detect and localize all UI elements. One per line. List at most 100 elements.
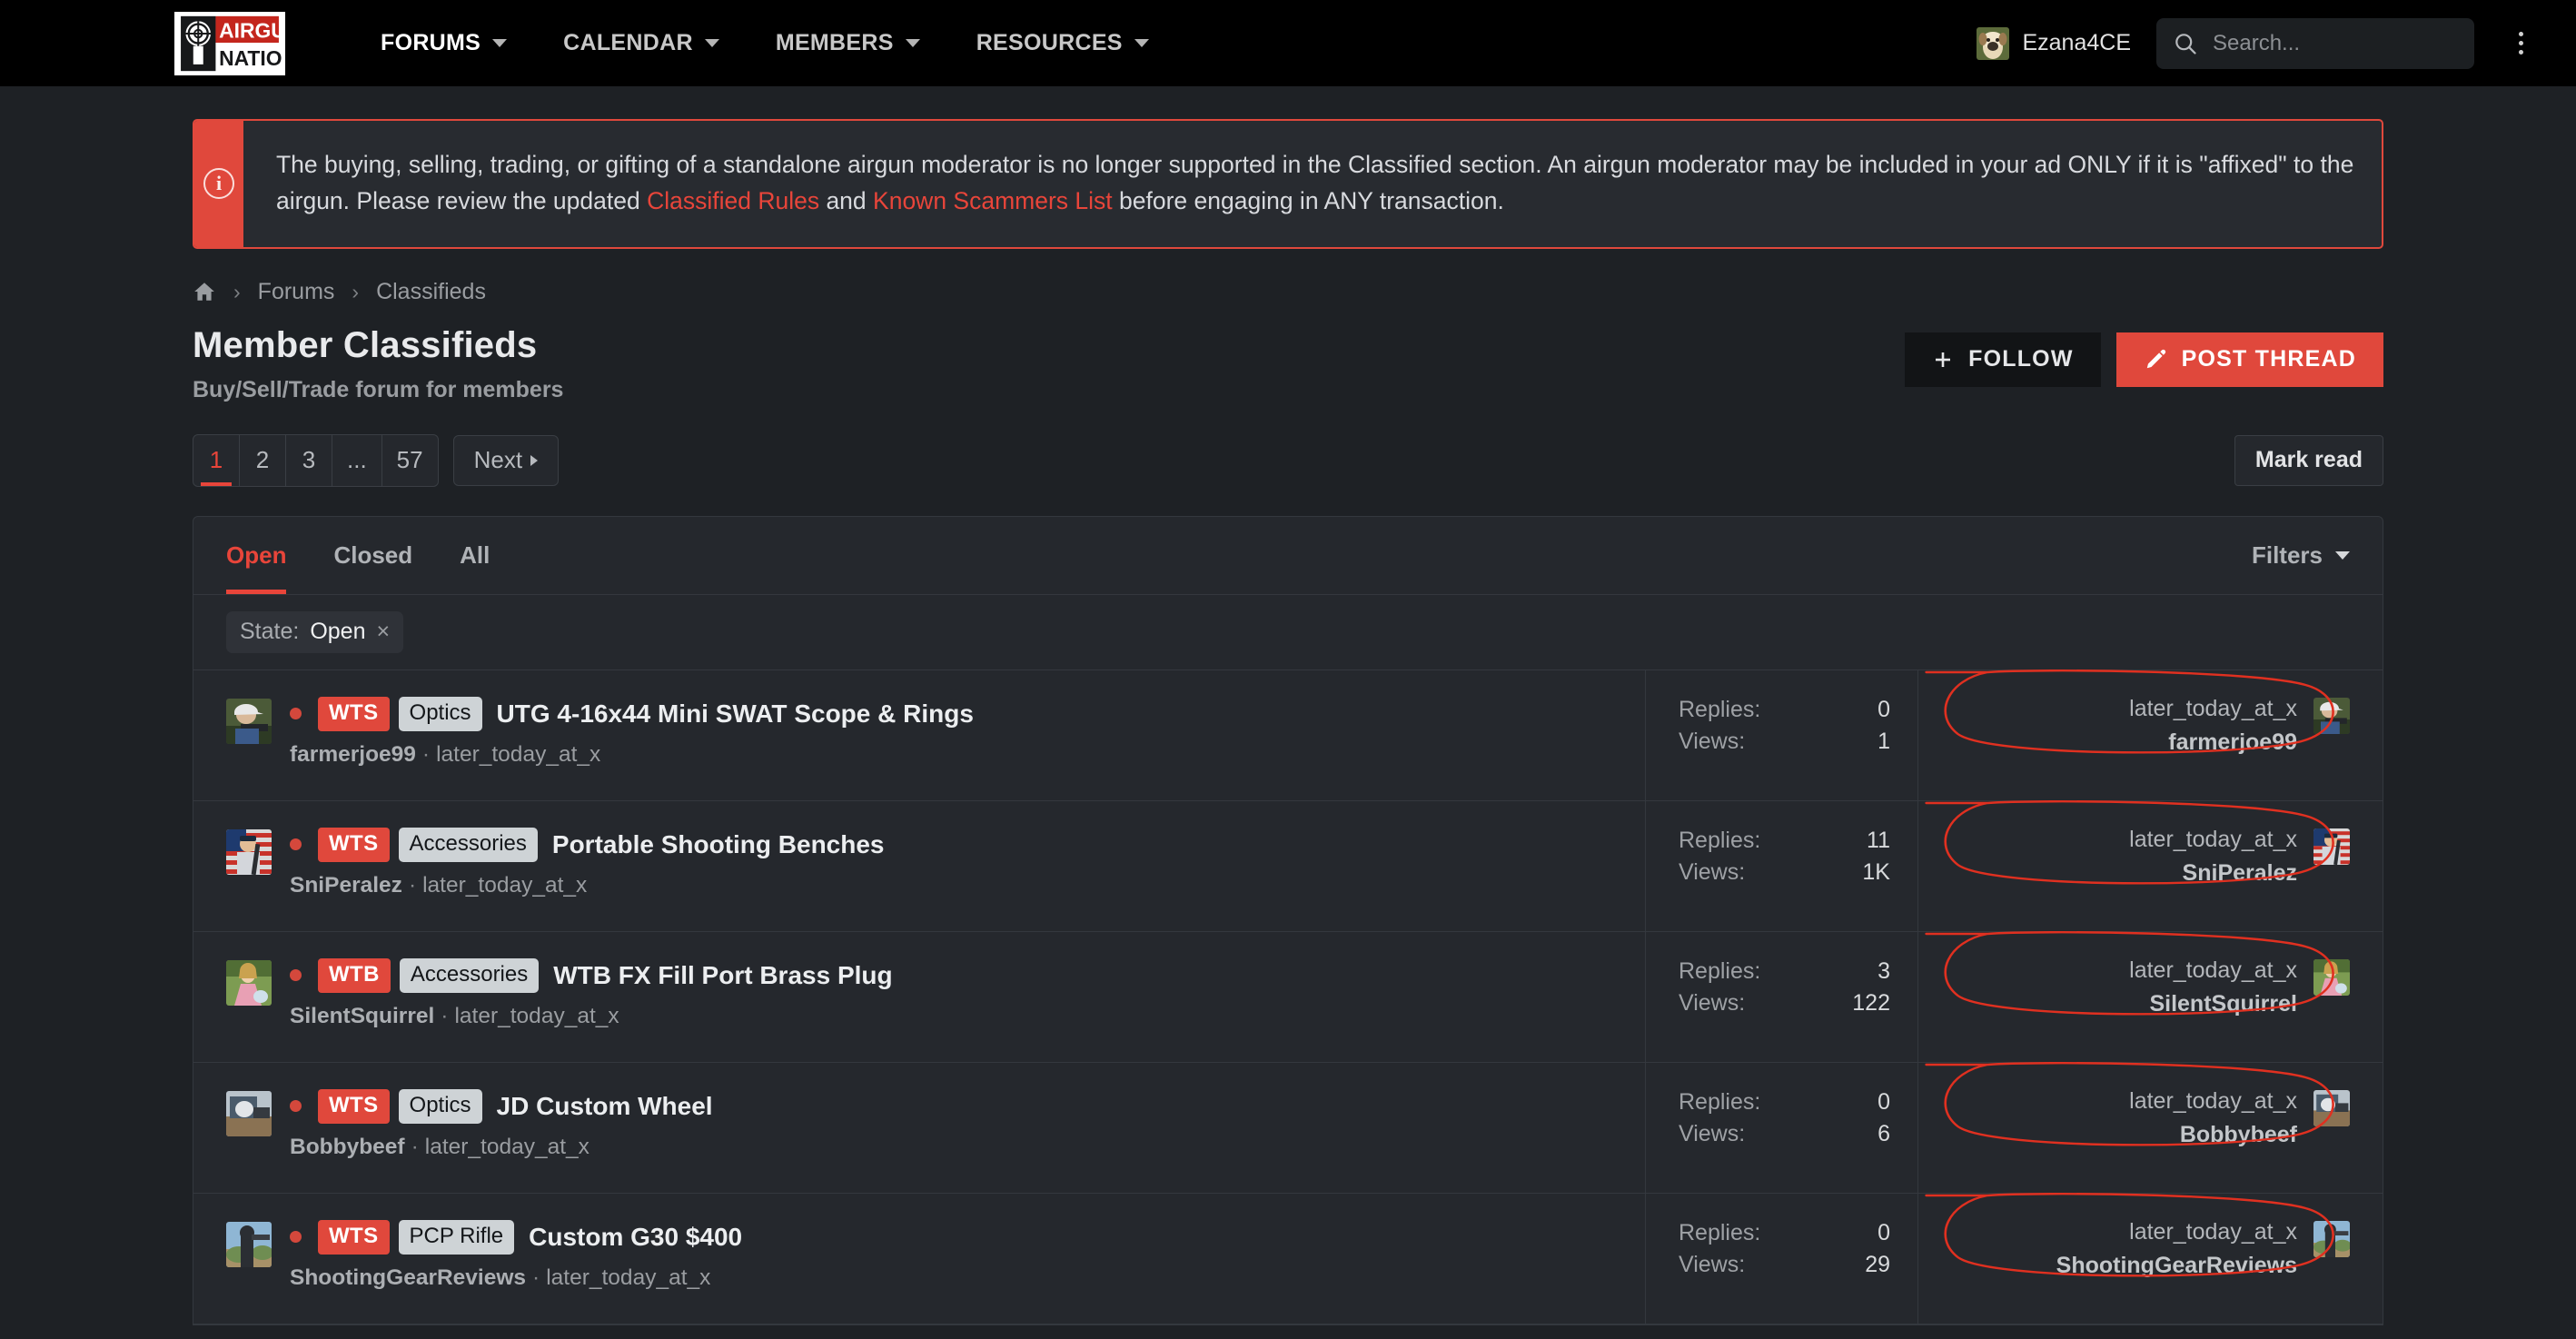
thread-row[interactable]: WTS Accessories Portable Shooting Benche…	[193, 799, 2383, 932]
thread-last-post: later_today_at_x SilentSquirrel	[1917, 930, 2383, 1062]
last-post-date[interactable]: later_today_at_x	[2129, 957, 2297, 984]
thread-date[interactable]: later_today_at_x	[546, 1265, 710, 1290]
thread-stats: Replies: 3 Views: 122	[1645, 931, 1917, 1062]
breadcrumb: › Forums › Classifieds	[193, 279, 2383, 305]
close-icon[interactable]: ×	[377, 619, 391, 645]
views-value: 122	[1852, 989, 1890, 1016]
page-ellipsis[interactable]: ...	[332, 434, 382, 486]
thread-title-link[interactable]: JD Custom Wheel	[497, 1092, 713, 1121]
thread-row[interactable]: WTS PCP Rifle Custom G30 $400 ShootingGe…	[193, 1192, 2383, 1324]
thread-stats: Replies: 0 Views: 1	[1645, 670, 1917, 800]
known-scammers-link[interactable]: Known Scammers List	[873, 187, 1113, 214]
chevron-down-icon	[2335, 550, 2350, 560]
thread-row[interactable]: WTS Optics UTG 4-16x44 Mini SWAT Scope &…	[193, 669, 2383, 801]
breadcrumb-separator: ›	[352, 279, 360, 303]
unread-indicator-icon	[290, 708, 302, 720]
tab-closed[interactable]: Closed	[333, 541, 412, 593]
thread-author-link[interactable]: ShootingGearReviews	[290, 1265, 526, 1290]
site-logo[interactable]: AIRGUN NATION	[174, 11, 285, 75]
replies-stat: Replies: 3	[1679, 958, 1890, 985]
thread-author-avatar[interactable]	[226, 828, 272, 875]
breadcrumb-item-forums[interactable]: Forums	[258, 279, 335, 305]
thread-title-link[interactable]: Custom G30 $400	[529, 1223, 742, 1252]
tab-all[interactable]: All	[460, 541, 490, 593]
last-post-author[interactable]: Bobbybeef	[2129, 1122, 2297, 1148]
thread-author-link[interactable]: Bobbybeef	[290, 1135, 405, 1159]
mark-read-button[interactable]: Mark read	[2234, 434, 2383, 486]
thread-date[interactable]: later_today_at_x	[422, 873, 587, 898]
thread-row[interactable]: WTS Optics JD Custom Wheel Bobbybeef · lat…	[193, 1061, 2383, 1194]
thread-category-badge[interactable]: Optics	[398, 696, 482, 731]
last-post-avatar[interactable]	[2313, 697, 2350, 734]
post-thread-button[interactable]: POST THREAD	[2115, 332, 2383, 387]
thread-date[interactable]: later_today_at_x	[436, 742, 600, 767]
page-button-1[interactable]: 1	[193, 434, 240, 486]
last-post-date[interactable]: later_today_at_x	[2056, 1219, 2297, 1245]
thread-title-line: WTB Accessories WTB FX Fill Port Brass P…	[290, 957, 893, 993]
last-post-date[interactable]: later_today_at_x	[2129, 827, 2297, 853]
page-button-57[interactable]: 57	[382, 435, 438, 486]
thread-last-post: later_today_at_x ShootingGearReviews	[1917, 1192, 2383, 1324]
last-post-avatar[interactable]	[2313, 958, 2350, 996]
filters-dropdown[interactable]: Filters	[2252, 541, 2350, 570]
thread-category-badge[interactable]: Accessories	[398, 827, 538, 862]
last-post-author[interactable]: SniPeralez	[2129, 860, 2297, 887]
nav-item-forums[interactable]: FORUMS	[352, 30, 535, 56]
breadcrumb-item-classifieds[interactable]: Classifieds	[376, 279, 486, 305]
thread-row[interactable]: WTB Accessories WTB FX Fill Port Brass P…	[193, 930, 2383, 1063]
replies-label: Replies:	[1679, 696, 1761, 722]
search-input[interactable]: Search...	[2156, 17, 2474, 69]
thread-main: WTB Accessories WTB FX Fill Port Brass P…	[193, 932, 1645, 1062]
thread-category-badge[interactable]: Optics	[398, 1088, 482, 1124]
last-post-date[interactable]: later_today_at_x	[2129, 1088, 2297, 1115]
page-button-3[interactable]: 3	[286, 434, 332, 486]
thread-category-badge[interactable]: PCP Rifle	[398, 1219, 515, 1255]
thread-author-avatar[interactable]	[226, 959, 272, 1006]
breadcrumb-home[interactable]	[193, 280, 216, 303]
nav-item-calendar[interactable]: CALENDAR	[535, 30, 748, 56]
thread-title-link[interactable]: UTG 4-16x44 Mini SWAT Scope & Rings	[497, 699, 974, 729]
filter-chip-state[interactable]: State: Open ×	[226, 610, 404, 653]
follow-button-label: FOLLOW	[1968, 346, 2074, 372]
thread-title-link[interactable]: WTB FX Fill Port Brass Plug	[553, 961, 892, 990]
thread-type-badge: WTB	[318, 957, 391, 993]
last-post-avatar[interactable]	[2313, 1220, 2350, 1257]
thread-author-avatar[interactable]	[226, 698, 272, 744]
nav-item-members[interactable]: MEMBERS	[748, 30, 948, 56]
thread-author-link[interactable]: SniPeralez	[290, 873, 402, 898]
thread-date[interactable]: later_today_at_x	[454, 1004, 619, 1028]
last-post-author[interactable]: ShootingGearReviews	[2056, 1253, 2297, 1279]
thread-author-link[interactable]: SilentSquirrel	[290, 1004, 434, 1028]
meta-separator: ·	[421, 741, 431, 767]
follow-button[interactable]: FOLLOW	[1905, 332, 2101, 387]
last-post-avatar[interactable]	[2313, 1089, 2350, 1126]
last-post-author[interactable]: farmerjoe99	[2129, 729, 2297, 756]
more-options-icon[interactable]	[2507, 25, 2534, 62]
next-page-button[interactable]: Next	[452, 434, 560, 486]
page-button-2[interactable]: 2	[240, 434, 286, 486]
thread-author-link[interactable]: farmerjoe99	[290, 742, 416, 767]
replies-value: 0	[1878, 1088, 1890, 1115]
thread-type-badge: WTS	[318, 827, 390, 862]
thread-category-badge[interactable]: Accessories	[399, 957, 540, 993]
dot	[2518, 50, 2523, 55]
last-post-avatar[interactable]	[2313, 828, 2350, 865]
thread-title-line: WTS Accessories Portable Shooting Benche…	[290, 827, 885, 862]
thread-date[interactable]: later_today_at_x	[425, 1135, 590, 1159]
thread-type-badge: WTS	[318, 1219, 390, 1255]
thread-filter-tabs: Open Closed All Filters	[193, 517, 2383, 595]
account-menu[interactable]: Ezana4CE	[1977, 26, 2131, 60]
thread-title-link[interactable]: Portable Shooting Benches	[552, 830, 885, 859]
thread-list-panel: Open Closed All Filters State: Open × WT…	[193, 515, 2383, 1325]
views-stat: Views: 1	[1679, 729, 1890, 755]
last-post-date[interactable]: later_today_at_x	[2129, 696, 2297, 722]
classified-rules-link[interactable]: Classified Rules	[647, 187, 819, 214]
tab-open[interactable]: Open	[226, 541, 287, 594]
thread-author-avatar[interactable]	[226, 1221, 272, 1267]
last-post-author[interactable]: SilentSquirrel	[2129, 991, 2297, 1017]
thread-author-avatar[interactable]	[226, 1090, 272, 1136]
nav-item-resources[interactable]: RESOURCES	[948, 30, 1177, 56]
info-icon: i	[203, 168, 234, 200]
filter-chip-value: Open	[310, 618, 366, 644]
views-value: 6	[1878, 1120, 1890, 1146]
